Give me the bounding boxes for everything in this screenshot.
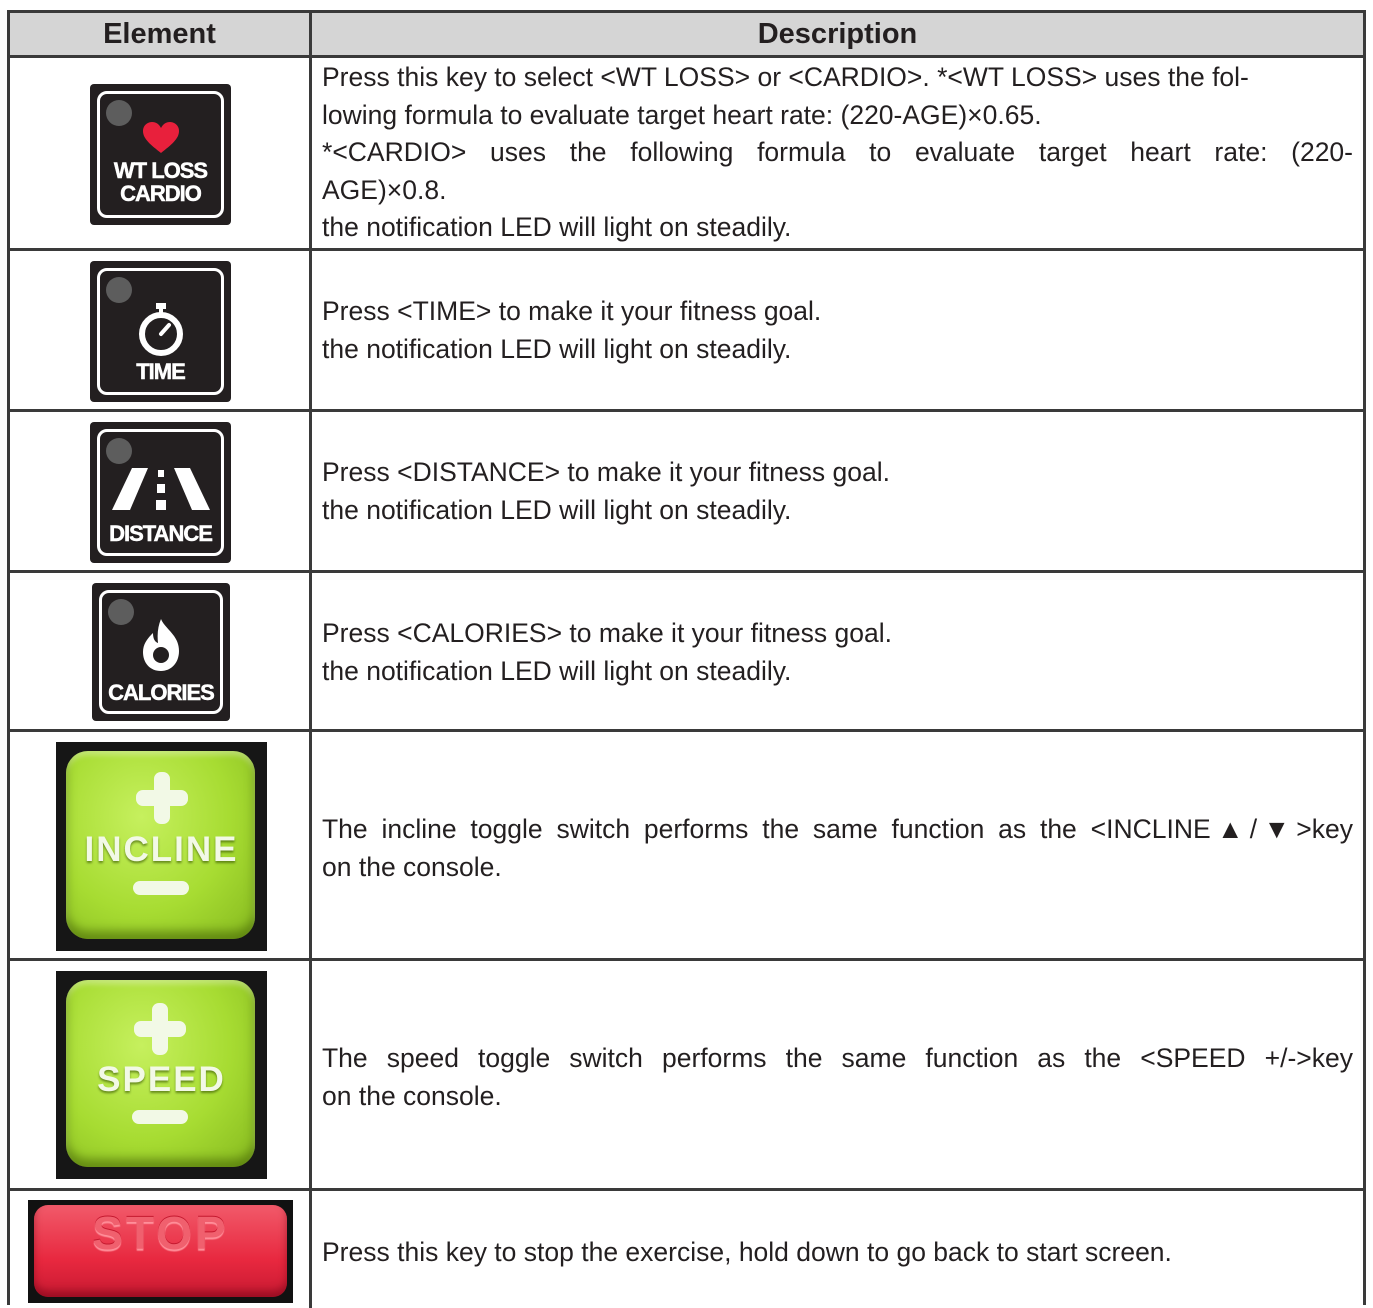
key-label-line1: TIME <box>136 359 186 384</box>
description-line: on the console. <box>322 1080 502 1111</box>
table-row: WT LOSS CARDIO Press this key to select … <box>10 58 1363 251</box>
description-cell: Press this key to stop the exercise, hol… <box>312 1191 1363 1308</box>
notification-led <box>106 438 132 464</box>
element-cell: WT LOSS CARDIO <box>10 58 312 248</box>
description-cell: Press <DISTANCE> to make it your fitness… <box>312 412 1363 570</box>
minus-icon <box>133 881 189 895</box>
key-label-line1: WT LOSS <box>113 158 209 183</box>
time-key[interactable]: TIME <box>90 261 231 402</box>
table-row: SPEED The speed toggle switch performs t… <box>10 961 1363 1191</box>
description-text: Press <DISTANCE> to make it your fitness… <box>322 454 1353 529</box>
header-cell-element: Element <box>10 13 312 55</box>
key-label: SPEED <box>97 1060 226 1099</box>
table-row: TIME Press <TIME> to make it your fitnes… <box>10 251 1363 412</box>
description-line: on the console. <box>322 851 502 882</box>
calories-key[interactable]: CALORIES <box>92 583 230 721</box>
table-row: INCLINE The incline toggle switch perfor… <box>10 732 1363 961</box>
header-element-label: Element <box>103 18 216 50</box>
element-cell: TIME <box>10 251 312 409</box>
description-line: AGE)×0.8. <box>322 174 447 205</box>
description-line: Press this key to select <WT LOSS> or <C… <box>322 62 1249 92</box>
element-cell: CALORIES <box>10 573 312 729</box>
key-label-line2: CARDIO <box>120 181 202 206</box>
stop-key[interactable]: STOP <box>28 1200 293 1303</box>
description-line: the notification LED will light on stead… <box>322 655 792 686</box>
key-label-line1: CALORIES <box>108 680 215 705</box>
description-line: Press this key to stop the exercise, hol… <box>322 1237 1172 1267</box>
description-line: *<CARDIO> uses the following formula to … <box>322 137 1353 167</box>
stopwatch-icon <box>139 303 183 356</box>
element-description-table: Element Description WT LOSS CARDIO Press <box>7 10 1366 1308</box>
description-cell: The speed toggle switch performs the sam… <box>312 961 1363 1188</box>
notification-led <box>108 599 134 625</box>
key-label: CALORIES <box>92 680 230 705</box>
description-line: The incline toggle switch performs the s… <box>322 814 1353 844</box>
description-line: lowing formula to evaluate target heart … <box>322 99 1042 130</box>
key-label: TIME <box>90 359 231 384</box>
header-description-label: Description <box>757 18 918 50</box>
description-line: the notification LED will light on stead… <box>322 333 792 364</box>
key-label: STOP <box>92 1207 229 1259</box>
plus-icon <box>134 1003 186 1055</box>
key-label: INCLINE <box>84 830 239 869</box>
description-text: Press this key to stop the exercise, hol… <box>322 1234 1353 1272</box>
header-cell-description: Description <box>312 13 1363 55</box>
key-label: DISTANCE <box>90 521 231 546</box>
incline-toggle-switch[interactable]: INCLINE <box>56 742 267 951</box>
speed-toggle-switch[interactable]: SPEED <box>56 971 267 1179</box>
description-text: Press this key to select <WT LOSS> or <C… <box>322 59 1353 247</box>
element-cell: INCLINE <box>10 732 312 958</box>
description-text: Press <TIME> to make it your fitness goa… <box>322 293 1353 368</box>
key-label-line1: DISTANCE <box>109 521 213 546</box>
description-line: the notification LED will light on stead… <box>322 494 792 525</box>
description-line: Press <DISTANCE> to make it your fitness… <box>322 457 891 487</box>
key-label: WT LOSS CARDIO <box>90 158 231 206</box>
heart-icon <box>143 122 179 153</box>
element-cell: SPEED <box>10 961 312 1188</box>
description-text: The speed toggle switch performs the sam… <box>322 1040 1353 1115</box>
description-text: Press <CALORIES> to make it your fitness… <box>322 615 1353 690</box>
table-row: CALORIES Press <CALORIES> to make it you… <box>10 573 1363 732</box>
plus-icon <box>136 772 188 824</box>
table-header-row: Element Description <box>10 13 1363 58</box>
wt-loss-cardio-key[interactable]: WT LOSS CARDIO <box>90 84 231 225</box>
description-line: The speed toggle switch performs the sam… <box>322 1043 1353 1073</box>
minus-icon <box>132 1110 188 1124</box>
description-cell: Press this key to select <WT LOSS> or <C… <box>312 58 1363 248</box>
description-line: the notification LED will light on stead… <box>322 212 792 242</box>
description-cell: Press <CALORIES> to make it your fitness… <box>312 573 1363 729</box>
distance-key[interactable]: DISTANCE <box>90 422 231 563</box>
road-icon <box>112 468 210 510</box>
description-text: The incline toggle switch performs the s… <box>322 811 1353 886</box>
table-row: DISTANCE Press <DISTANCE> to make it you… <box>10 412 1363 573</box>
notification-led <box>106 277 132 303</box>
description-line: Press <CALORIES> to make it your fitness… <box>322 618 892 648</box>
notification-led <box>106 100 132 126</box>
flame-icon <box>143 619 179 671</box>
description-cell: Press <TIME> to make it your fitness goa… <box>312 251 1363 409</box>
element-cell: DISTANCE <box>10 412 312 570</box>
description-line: Press <TIME> to make it your fitness goa… <box>322 296 822 326</box>
description-cell: The incline toggle switch performs the s… <box>312 732 1363 958</box>
element-cell: STOP <box>10 1191 312 1308</box>
table-row: STOP Press this key to stop the exercise… <box>10 1191 1363 1308</box>
